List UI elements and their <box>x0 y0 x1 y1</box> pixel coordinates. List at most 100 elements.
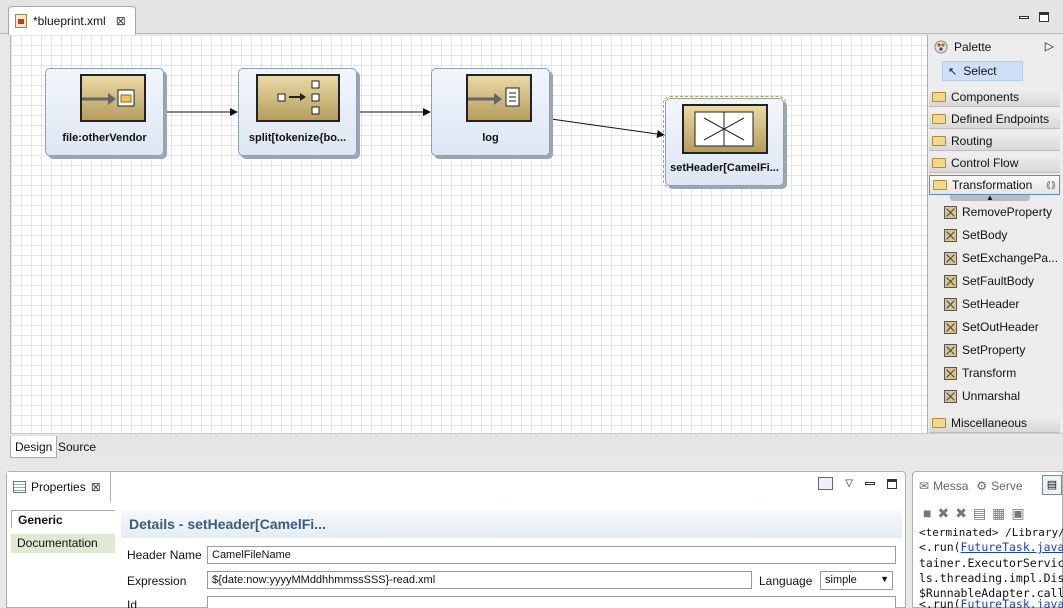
palette-item-setbody[interactable]: SetBody <box>944 225 1059 245</box>
palette-item-label: SetExchangePa... <box>962 251 1059 265</box>
close-icon[interactable]: ⊠ <box>91 480 101 494</box>
transform-item-icon <box>944 389 957 403</box>
id-field[interactable] <box>207 596 896 608</box>
log-icon <box>466 74 532 122</box>
language-select[interactable]: simple ▼ <box>820 571 893 590</box>
drawer-control-flow[interactable]: Control Flow <box>929 153 1060 173</box>
console-tabs: ✉ Messa ⚙ Serve <box>919 479 1023 493</box>
drawer-label: Routing <box>951 133 993 148</box>
console-icon[interactable]: ▤ <box>1042 475 1062 495</box>
pin-view-icon[interactable] <box>818 477 834 490</box>
pin-console-icon[interactable]: ▣ <box>1011 505 1024 522</box>
palette-item-label: SetBody <box>962 228 1008 242</box>
node-split[interactable]: split[tokenize{bo... <box>238 68 357 156</box>
editor-tab-blueprint[interactable]: *blueprint.xml ⊠ <box>8 6 136 35</box>
tab-source[interactable]: Source <box>54 436 100 458</box>
close-icon[interactable]: ⊠ <box>116 14 126 28</box>
drawer-defined-endpoints[interactable]: Defined Endpoints <box>929 109 1060 129</box>
palette-item-setoutheader[interactable]: SetOutHeader <box>944 317 1059 337</box>
drawer-routing[interactable]: Routing <box>929 131 1060 151</box>
console-line: tainer.ExecutorServic <box>919 556 1063 570</box>
palette-item-label: Transform <box>962 366 1017 380</box>
drawer-label: Control Flow <box>951 155 1019 170</box>
header-name-field[interactable] <box>207 546 896 564</box>
drawer-label: Defined Endpoints <box>951 111 1050 126</box>
tab-label: Serve <box>991 479 1023 493</box>
palette-item-label: SetProperty <box>962 343 1026 357</box>
console-view: ✉ Messa ⚙ Serve ▤ ■ ✖ ✖ ▤ ▦ ▣ <terminated>… <box>912 471 1063 608</box>
drawer-miscellaneous[interactable]: Miscellaneous <box>929 413 1060 433</box>
tab-label: Documentation <box>17 536 98 550</box>
view-menu-icon[interactable]: ▽ <box>845 478 853 489</box>
tab-generic[interactable]: Generic <box>11 510 115 528</box>
remove-launch-icon[interactable]: ✖ <box>937 505 949 522</box>
minimize-icon[interactable] <box>1019 15 1029 19</box>
palette-item-setheader[interactable]: SetHeader <box>944 294 1059 314</box>
folder-icon <box>932 417 946 428</box>
folder-open-icon <box>933 180 947 190</box>
palette-item-unmarshal[interactable]: Unmarshal <box>944 386 1059 406</box>
drawer-components[interactable]: Components <box>929 87 1060 107</box>
stacktrace-link[interactable]: FutureTask.java <box>961 540 1063 554</box>
console-text: <.run( <box>919 597 961 608</box>
tab-messages[interactable]: ✉ Messa <box>919 479 968 493</box>
word-wrap-icon[interactable]: ▦ <box>992 505 1005 522</box>
details-header: Details - setHeader[CamelFi... <box>121 510 902 538</box>
scroll-up-icon[interactable]: ▲ <box>950 194 1030 202</box>
palette-header[interactable]: Palette ▷ <box>928 35 1063 59</box>
palette-item-label: RemoveProperty <box>962 205 1053 219</box>
stacktrace-link[interactable]: FutureTask.java <box>961 597 1063 608</box>
console-line: <.run(FutureTask.java <box>919 597 1063 608</box>
maximize-icon[interactable] <box>887 478 897 489</box>
palette-item-label: SetFaultBody <box>962 274 1035 288</box>
diagram-canvas[interactable]: file:otherVendor split[tokenize{bo... lo… <box>10 35 927 433</box>
properties-toolbar: ▽ <box>818 477 897 490</box>
chevron-down-icon: ▼ <box>880 574 889 584</box>
node-log[interactable]: log <box>431 68 550 156</box>
drawer-transformation[interactable]: Transformation ⟪⟫ <box>929 175 1060 195</box>
palette-item-setfaultbody[interactable]: SetFaultBody <box>944 271 1059 291</box>
pin-icon[interactable]: ⟪⟫ <box>1046 180 1056 191</box>
drawer-label: Transformation <box>952 178 1033 192</box>
palette: Palette ▷ ↖ Select Components Defined En… <box>927 35 1063 433</box>
palette-item-setexchangepattern[interactable]: SetExchangePa... <box>944 248 1059 268</box>
tab-label: Design <box>15 439 53 454</box>
expression-label: Expression <box>127 574 187 588</box>
properties-icon <box>13 481 26 493</box>
stop-icon[interactable]: ■ <box>923 505 931 522</box>
palette-item-setproperty[interactable]: SetProperty <box>944 340 1059 360</box>
transform-item-icon <box>944 343 957 357</box>
drawer-label: Components <box>951 89 1020 104</box>
properties-view-tab[interactable]: Properties ⊠ <box>7 472 111 502</box>
palette-item-removeproperty[interactable]: RemoveProperty <box>944 202 1059 222</box>
transform-item-icon <box>944 366 957 380</box>
setheader-icon <box>682 104 768 154</box>
select-tool[interactable]: ↖ Select <box>942 61 1023 81</box>
expression-field[interactable] <box>207 571 752 589</box>
console-text: <.run( <box>919 540 961 554</box>
folder-icon <box>932 91 946 102</box>
scroll-lock-icon[interactable]: ▤ <box>973 505 986 522</box>
minimize-icon[interactable] <box>865 482 875 485</box>
tab-design[interactable]: Design <box>10 436 58 458</box>
node-file-endpoint[interactable]: file:otherVendor <box>45 68 164 156</box>
palette-item-transform[interactable]: Transform <box>944 363 1059 383</box>
tab-documentation[interactable]: Documentation <box>11 534 115 553</box>
node-label: setHeader[CamelFi... <box>670 162 779 174</box>
select-tool-label: Select <box>963 64 997 78</box>
maximize-icon[interactable] <box>1039 12 1049 22</box>
tab-label: Messa <box>933 479 969 493</box>
transform-item-icon <box>944 205 957 219</box>
node-label: split[tokenize{bo... <box>248 132 347 144</box>
collapse-palette-icon[interactable]: ▷ <box>1045 39 1054 53</box>
id-label: Id <box>127 598 138 608</box>
remove-all-icon[interactable]: ✖ <box>955 505 967 522</box>
palette-item-label: SetHeader <box>962 297 1020 311</box>
node-setheader[interactable]: setHeader[CamelFi... <box>663 96 786 188</box>
transform-item-icon <box>944 320 957 334</box>
blueprint-file-icon <box>15 14 27 28</box>
tab-servers[interactable]: ⚙ Serve <box>976 479 1022 493</box>
cursor-arrow-icon: ↖ <box>948 65 958 78</box>
palette-title: Palette <box>954 40 992 54</box>
console-toolbar: ■ ✖ ✖ ▤ ▦ ▣ <box>923 505 1025 522</box>
